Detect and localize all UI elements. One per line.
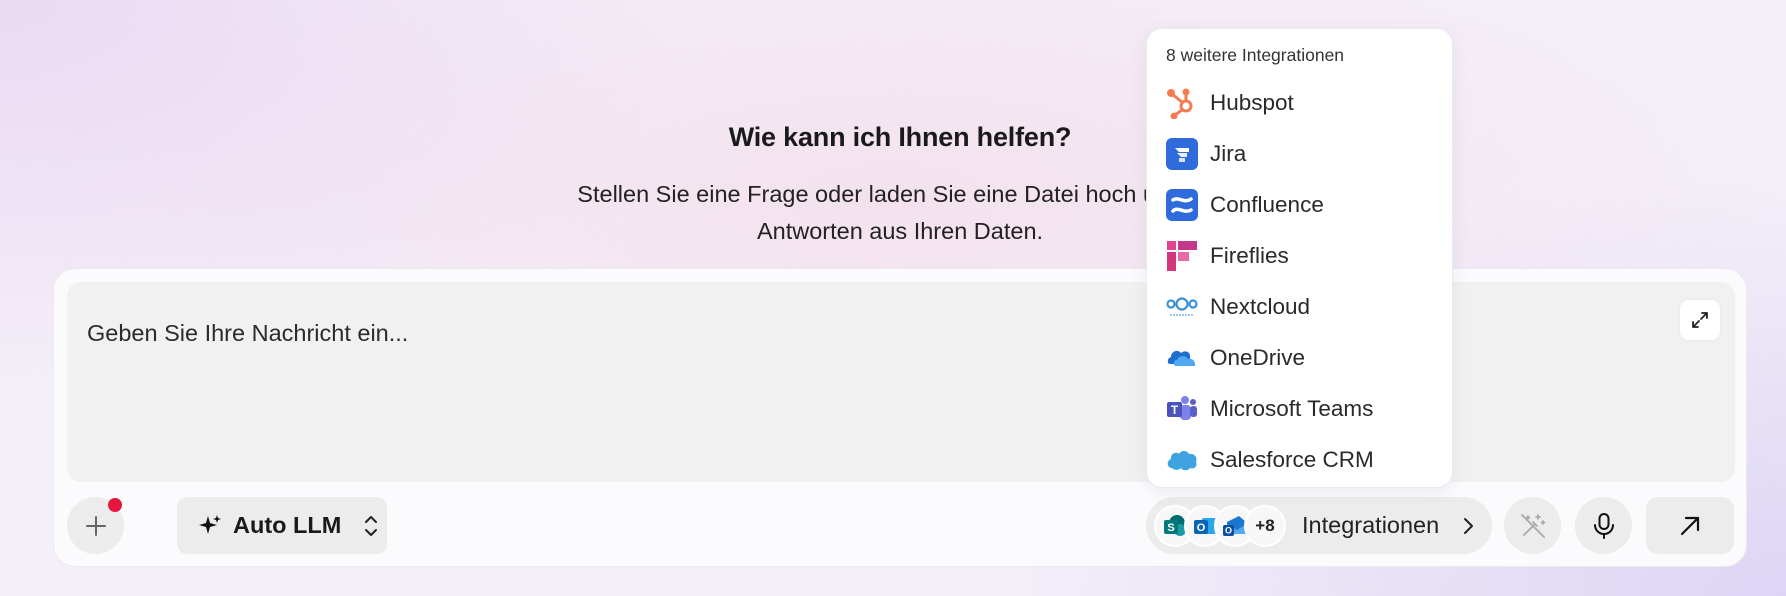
chevron-right-icon	[1461, 515, 1475, 537]
onedrive-icon	[1165, 341, 1198, 374]
chevron-updown-icon	[363, 513, 379, 539]
message-input[interactable]: Geben Sie Ihre Nachricht ein...	[67, 282, 1735, 482]
microphone-icon	[1593, 512, 1614, 539]
integration-item-onedrive[interactable]: OneDrive	[1165, 332, 1374, 383]
fireflies-icon	[1165, 239, 1198, 272]
svg-text:O: O	[1225, 525, 1232, 535]
message-placeholder: Geben Sie Ihre Nachricht ein...	[87, 320, 409, 346]
integration-item-hubspot[interactable]: Hubspot	[1165, 77, 1374, 128]
svg-text:O: O	[1197, 522, 1206, 534]
integration-avatars: S O O +8	[1154, 504, 1286, 547]
integration-item-microsoft-teams[interactable]: T Microsoft Teams	[1165, 383, 1374, 434]
sparkles-icon	[199, 514, 221, 534]
integration-label: Salesforce CRM	[1210, 446, 1374, 472]
integration-item-jira[interactable]: Jira	[1165, 128, 1374, 179]
model-selector-button[interactable]: Auto LLM	[177, 497, 387, 554]
page-title: Wie kann ich Ihnen helfen?	[728, 122, 1072, 152]
expand-button[interactable]	[1679, 299, 1721, 341]
confluence-icon	[1165, 188, 1198, 221]
prompt-enhance-button[interactable]	[1504, 497, 1561, 554]
integrations-label: Integrationen	[1302, 512, 1440, 538]
teams-icon: T	[1165, 392, 1198, 425]
expand-icon	[1692, 312, 1708, 328]
integration-item-nextcloud[interactable]: Nextcloud	[1165, 281, 1374, 332]
integration-label: Hubspot	[1210, 89, 1294, 115]
arrow-up-right-icon	[1680, 516, 1700, 535]
notification-dot	[108, 498, 122, 512]
integration-item-confluence[interactable]: Confluence	[1165, 179, 1374, 230]
integration-label: Jira	[1210, 140, 1247, 166]
voice-input-button[interactable]	[1575, 497, 1632, 554]
integration-list: Hubspot Jira Confluence Fireflies Nextcl…	[1165, 77, 1374, 485]
nextcloud-icon	[1165, 290, 1198, 323]
integrations-dropdown: 8 weitere Integrationen Hubspot Jira Con…	[1146, 28, 1453, 488]
jira-icon	[1165, 137, 1198, 170]
dropdown-header: 8 weitere Integrationen	[1166, 45, 1345, 65]
integration-item-fireflies[interactable]: Fireflies	[1165, 230, 1374, 281]
svg-text:T: T	[1170, 403, 1178, 417]
chat-composer: Geben Sie Ihre Nachricht ein... Auto LLM	[53, 268, 1747, 567]
magic-wand-off-icon	[1520, 513, 1545, 538]
send-button[interactable]	[1646, 497, 1734, 554]
integration-label: Microsoft Teams	[1210, 395, 1374, 421]
integration-label: Fireflies	[1210, 242, 1289, 268]
svg-text:S: S	[1167, 522, 1174, 534]
integration-label: Nextcloud	[1210, 293, 1311, 319]
integration-label: OneDrive	[1210, 344, 1306, 370]
salesforce-icon	[1165, 443, 1198, 476]
more-integrations-badge: +8	[1244, 504, 1286, 547]
integrations-button[interactable]: S O O +8 Integrationen	[1146, 497, 1492, 554]
hubspot-icon	[1165, 86, 1198, 119]
integration-label: Confluence	[1210, 191, 1324, 217]
model-selector-label: Auto LLM	[233, 512, 342, 538]
plus-icon	[85, 515, 106, 536]
integration-item-salesforce-crm[interactable]: Salesforce CRM	[1165, 434, 1374, 485]
